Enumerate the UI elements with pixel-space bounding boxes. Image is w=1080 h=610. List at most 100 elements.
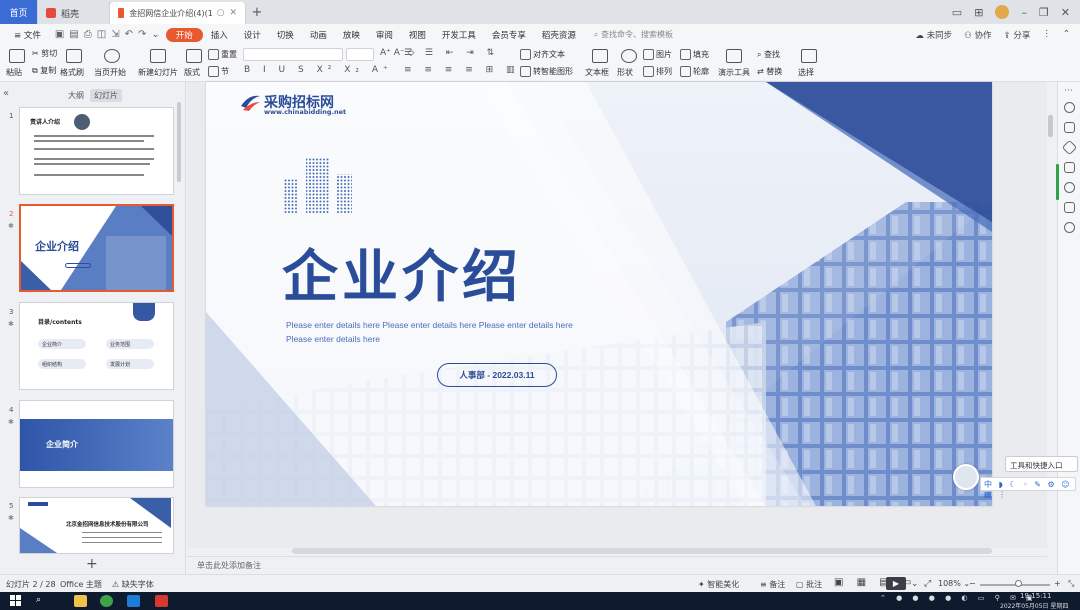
print-icon[interactable]: ⎙: [84, 29, 92, 40]
find-button[interactable]: ⌕ 查找: [757, 49, 780, 60]
menu-view[interactable]: 视图: [401, 29, 434, 41]
file-explorer-icon[interactable]: [74, 595, 87, 607]
location-icon[interactable]: [1064, 222, 1075, 233]
vertical-scrollbar[interactable]: [1048, 115, 1053, 137]
chrome-icon[interactable]: [100, 595, 113, 607]
menu-home[interactable]: 开始: [165, 27, 203, 42]
new-slide-button[interactable]: 新建幻灯片: [138, 67, 178, 78]
format-painter-button[interactable]: 格式刷: [60, 67, 84, 78]
arrange-button[interactable]: 排列: [643, 66, 672, 77]
paste-button[interactable]: 粘贴: [6, 67, 22, 78]
help-icon[interactable]: [1064, 182, 1075, 193]
transform-icon[interactable]: [1064, 202, 1075, 213]
text-format-icons[interactable]: B I U S X² X₂ A⁺: [244, 65, 393, 75]
notes-button[interactable]: ≡ 备注: [760, 579, 785, 590]
select-icon[interactable]: [801, 49, 817, 63]
align-icons[interactable]: ≡ ≡ ≡ ≡ ⊞ ▥: [404, 65, 520, 75]
copy-slide-icon[interactable]: [1064, 162, 1075, 173]
open-icon[interactable]: ▤: [69, 29, 78, 40]
slide-title[interactable]: 企业介绍: [282, 232, 522, 313]
undo-icon[interactable]: ↶: [125, 29, 133, 40]
cut-button[interactable]: ✂ 剪切: [32, 48, 57, 59]
command-search[interactable]: ⌕ 查找命令、搜索模板: [584, 29, 673, 40]
tab-slides[interactable]: 幻灯片: [90, 89, 122, 102]
paste-icon[interactable]: [9, 49, 25, 63]
format-painter-icon[interactable]: [66, 49, 82, 63]
menu-design[interactable]: 设计: [236, 29, 269, 41]
assistant-toolbar[interactable]: 中 ◗ ☾ ◦ ✎ ⚙ ☺ ▦ ⋮: [980, 477, 1076, 499]
layout-icon[interactable]: [186, 49, 202, 63]
style-icon[interactable]: [1064, 102, 1075, 113]
menu-animations[interactable]: 动画: [302, 29, 335, 41]
add-slide-button[interactable]: +: [86, 556, 98, 572]
preview-icon[interactable]: ◫: [97, 29, 106, 40]
department-date-pill[interactable]: 人事部 - 2022.03.11: [437, 363, 557, 387]
textbox-button[interactable]: 文本框: [585, 67, 609, 78]
presenter-tools-icon[interactable]: [726, 49, 742, 63]
slideshow-dropdown-icon[interactable]: ⌄: [911, 579, 919, 589]
picture-button[interactable]: 图片: [643, 49, 672, 60]
menu-developer[interactable]: 开发工具: [434, 29, 484, 41]
shape-button[interactable]: 形状: [617, 67, 633, 78]
copy-button[interactable]: ⧉ 复制: [32, 65, 56, 76]
comments-button[interactable]: ▢ 批注: [796, 579, 822, 590]
maximize-icon[interactable]: ❐: [1039, 6, 1049, 19]
slide-thumbnail[interactable]: 北京金招网信息技术股份有限公司: [19, 497, 174, 554]
sync-button[interactable]: ☁ 未同步: [915, 29, 952, 41]
fill-button[interactable]: 填充: [680, 49, 709, 60]
outline-button[interactable]: 轮廓: [680, 66, 709, 77]
horizontal-scrollbar[interactable]: [292, 548, 992, 554]
play-slideshow-icon[interactable]: ▶: [886, 577, 906, 590]
section-button[interactable]: 节: [208, 66, 229, 77]
panel-scrollbar[interactable]: [177, 102, 181, 182]
slide-thumbnail[interactable]: 目录/contents 企业简介 业务范围 组织结构 发展计划: [19, 302, 174, 390]
menu-transitions[interactable]: 切换: [269, 29, 302, 41]
fit-window-icon[interactable]: ⤡: [1068, 579, 1074, 589]
minimize-icon[interactable]: –: [1021, 6, 1027, 19]
smart-beautify-button[interactable]: ✦ 智能美化: [698, 579, 739, 590]
text-direction-button[interactable]: 对齐文本: [520, 49, 565, 60]
textbox-icon[interactable]: [592, 49, 608, 63]
export-icon[interactable]: ⇲: [111, 29, 119, 40]
chevron-down-icon[interactable]: ⌄: [151, 29, 159, 40]
new-slide-icon[interactable]: [150, 49, 166, 63]
collaborate-button[interactable]: ⚇ 协作: [964, 29, 991, 41]
replace-button[interactable]: ⇄ 替换: [757, 66, 782, 77]
shape-icon[interactable]: [621, 49, 637, 63]
save-icon[interactable]: ▣: [55, 29, 64, 40]
slide-thumbnail-selected[interactable]: 企业介绍: [19, 204, 174, 292]
collapse-ribbon-icon[interactable]: ⌃: [1063, 29, 1070, 41]
reset-button[interactable]: 重置: [208, 49, 237, 60]
font-size-field[interactable]: [346, 48, 374, 61]
more-icon[interactable]: ⋮: [1042, 29, 1051, 41]
fit-icon[interactable]: ⤢: [924, 579, 931, 589]
play-icon[interactable]: [104, 49, 120, 63]
slide[interactable]: 采购招标网 www.chinabidding.net 企业介绍 Please e…: [206, 82, 992, 506]
wps-icon[interactable]: [155, 595, 168, 607]
tab-document[interactable]: 金招网信企业介绍(4)(1)(1).pptx ○ ✕: [110, 2, 246, 24]
close-icon[interactable]: ✕: [229, 8, 237, 18]
zoom-in-button[interactable]: +: [1054, 579, 1061, 588]
sidebar-more-icon[interactable]: ⋯: [1064, 86, 1073, 96]
zoom-slider-handle[interactable]: [1015, 580, 1022, 587]
font-name-field[interactable]: [243, 48, 343, 61]
tab-home[interactable]: 首页: [0, 0, 38, 24]
collapse-panel-icon[interactable]: «: [3, 88, 9, 99]
new-tab-button[interactable]: +: [246, 2, 268, 24]
assistant-avatar[interactable]: [953, 464, 979, 490]
layout-button[interactable]: 版式: [184, 67, 200, 78]
zoom-out-button[interactable]: −: [969, 579, 976, 588]
notes-pane[interactable]: 单击此处添加备注: [187, 556, 1047, 574]
tab-docer[interactable]: 稻壳: [38, 2, 110, 24]
menu-review[interactable]: 审阅: [368, 29, 401, 41]
menu-member[interactable]: 会员专享: [484, 29, 534, 41]
settings-sliders-icon[interactable]: [1064, 122, 1075, 133]
menu-slideshow[interactable]: 放映: [335, 29, 368, 41]
slide-body-text[interactable]: Please enter details here Please enter d…: [286, 318, 576, 346]
convert-smartart-button[interactable]: 转智能图形: [520, 66, 573, 77]
presenter-tools-button[interactable]: 演示工具: [718, 67, 750, 78]
share-button[interactable]: ⇪ 分享: [1004, 29, 1031, 41]
file-menu[interactable]: ≡ 文件: [6, 29, 49, 41]
tab-outline[interactable]: 大纲: [64, 89, 88, 102]
grid-icon[interactable]: ⊞: [974, 6, 983, 19]
